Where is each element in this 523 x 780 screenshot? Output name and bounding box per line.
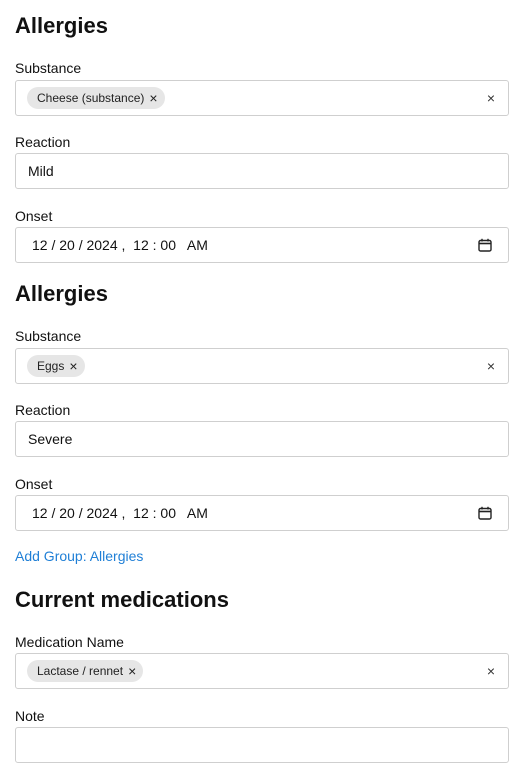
reaction-label: Reaction (15, 134, 71, 150)
substance-chip: Cheese (substance) × (27, 87, 165, 109)
chip-remove-icon[interactable]: × (128, 664, 136, 678)
note-field[interactable] (15, 727, 509, 763)
note-input[interactable] (16, 737, 508, 753)
onset-label: Onset (15, 208, 53, 224)
add-group-allergies-link[interactable]: Add Group: Allergies (15, 548, 143, 564)
substance-select[interactable]: Eggs × × (15, 348, 509, 384)
clear-icon[interactable]: × (487, 663, 495, 679)
medication-name-label: Medication Name (15, 634, 124, 650)
reaction-field[interactable] (15, 421, 509, 457)
section-title-current-medications: Current medications (15, 587, 229, 612)
substance-label: Substance (15, 328, 82, 344)
medication-name-select[interactable]: Lactase / rennet × × (15, 653, 509, 689)
onset-datetime-field[interactable]: 12 / 20 / 2024 , 12 : 00 AM (15, 495, 509, 531)
calendar-icon[interactable] (478, 238, 492, 252)
note-label: Note (15, 708, 45, 724)
section-title-allergies-2: Allergies (15, 281, 108, 306)
section-title-allergies: Allergies (15, 13, 108, 38)
chip-remove-icon[interactable]: × (69, 359, 77, 373)
clear-icon[interactable]: × (487, 358, 495, 374)
reaction-label: Reaction (15, 402, 71, 418)
substance-label: Substance (15, 60, 82, 76)
calendar-icon[interactable] (478, 506, 492, 520)
reaction-field[interactable] (15, 153, 509, 189)
chip-label: Cheese (substance) (37, 91, 145, 105)
clear-icon[interactable]: × (487, 90, 495, 106)
chip-label: Lactase / rennet (37, 664, 124, 678)
substance-chip: Eggs × (27, 355, 85, 377)
onset-label: Onset (15, 476, 53, 492)
medication-chip: Lactase / rennet × (27, 660, 144, 682)
chip-remove-icon[interactable]: × (149, 91, 157, 105)
reaction-input[interactable] (16, 431, 508, 447)
chip-label: Eggs (37, 359, 65, 373)
substance-select[interactable]: Cheese (substance) × × (15, 80, 509, 116)
onset-datetime-value[interactable]: 12 / 20 / 2024 , 12 : 00 AM (32, 237, 208, 253)
onset-datetime-field[interactable]: 12 / 20 / 2024 , 12 : 00 AM (15, 227, 509, 263)
reaction-input[interactable] (16, 163, 508, 179)
onset-datetime-value[interactable]: 12 / 20 / 2024 , 12 : 00 AM (32, 505, 208, 521)
